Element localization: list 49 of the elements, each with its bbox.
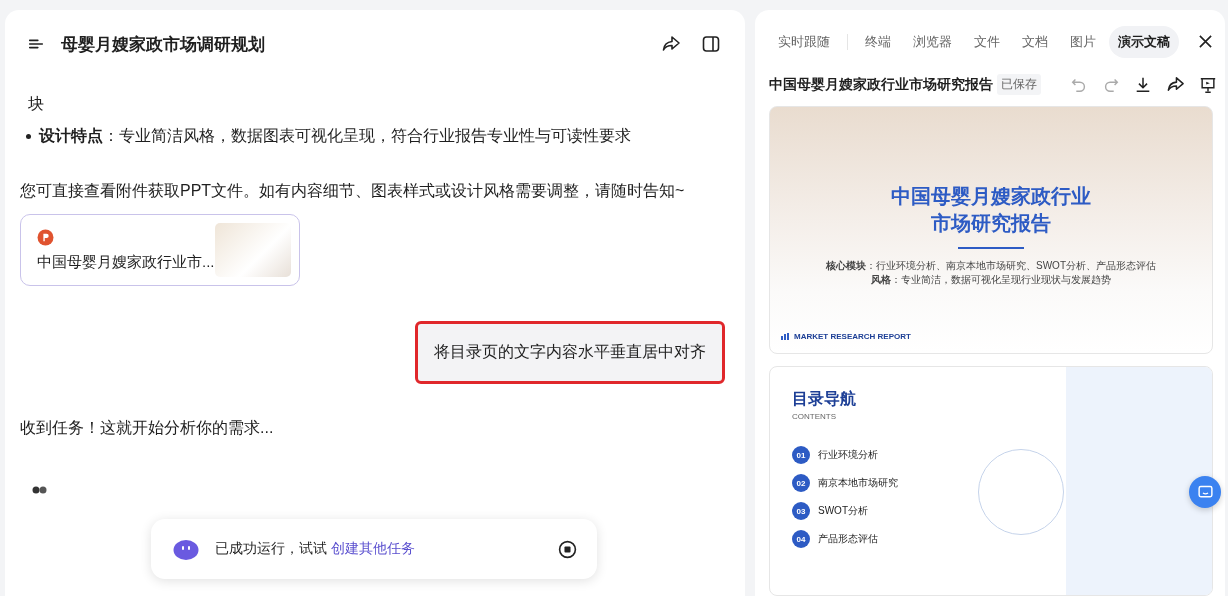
bullet-text: 设计特点：专业简洁风格，数据图表可视化呈现，符合行业报告专业性与可读性要求: [39, 126, 631, 146]
number-badge: 03: [792, 502, 810, 520]
slide-subtitle: 核心模块：行业环境分析、南京本地市场研究、SWOT分析、产品形态评估: [826, 259, 1156, 273]
contents-item: SWOT分析: [818, 504, 868, 518]
loading-icon: [32, 486, 48, 494]
saved-badge: 已保存: [997, 74, 1041, 95]
status-text: 已成功运行，试试: [215, 540, 327, 558]
panel-tab[interactable]: 图片: [1061, 25, 1105, 58]
number-badge: 04: [792, 530, 810, 548]
bullet-dot: [26, 133, 31, 139]
slide-title: 中国母婴月嫂家政行业: [891, 184, 1091, 209]
bar-chart-icon: [781, 333, 789, 340]
cover-slide[interactable]: 中国母婴月嫂家政行业 市场研究报告 核心模块：行业环境分析、南京本地市场研究、SWOT分析、产品形态评估 风格：专业简洁，数据可视化呈现行业现状与发展趋势 MARKET RESEARCH REPORT: [769, 106, 1213, 354]
chat-title: 母婴月嫂家政市场调研规划: [61, 33, 265, 56]
contents-item: 产品形态评估: [818, 532, 878, 546]
slide-title: 市场研究报告: [931, 211, 1051, 236]
close-icon[interactable]: [1198, 34, 1213, 49]
user-message: 将目录页的文字内容水平垂直居中对齐: [415, 321, 725, 384]
panel-tab[interactable]: 文档: [1013, 25, 1057, 58]
slide-subtitle: 风格：专业简洁，数据可视化呈现行业现状与发展趋势: [871, 273, 1111, 287]
feedback-button[interactable]: [1189, 476, 1221, 508]
contents-slide[interactable]: 目录导航 CONTENTS 01 行业环境分析 02 南京本地市场研究 03 SWOT分析 04 产品形态评估: [769, 366, 1213, 596]
number-badge: 02: [792, 474, 810, 492]
panel-tab[interactable]: 终端: [856, 25, 900, 58]
share-icon[interactable]: [661, 34, 681, 54]
presentation-file-icon: [37, 228, 54, 246]
panel-tab[interactable]: 浏览器: [904, 25, 961, 58]
attachment-name: 中国母婴月嫂家政行业市...: [37, 252, 215, 272]
share-icon[interactable]: [1166, 75, 1185, 94]
slide-subtitle: CONTENTS: [792, 412, 837, 421]
attachment-card[interactable]: 中国母婴月嫂家政行业市...: [20, 214, 300, 286]
assistant-message: 收到任务！这就开始分析你的需求...: [20, 418, 275, 438]
slide-title: 目录导航: [792, 389, 857, 409]
document-title: 中国母婴月嫂家政行业市场研究报告: [769, 75, 993, 94]
slide-footer: MARKET RESEARCH REPORT: [794, 332, 911, 341]
contents-item: 南京本地市场研究: [818, 476, 898, 490]
presentation-icon[interactable]: [1199, 75, 1217, 94]
panel-tab[interactable]: 文件: [965, 25, 1009, 58]
panel-tab[interactable]: 演示文稿: [1109, 25, 1179, 58]
assistant-message: 您可直接查看附件获取PPT文件。如有内容细节、图表样式或设计风格需要调整，请随时告知~: [20, 181, 686, 201]
bullet-text: 块: [28, 94, 44, 114]
sidebar-toggle-icon[interactable]: [701, 34, 721, 54]
panel-tab[interactable]: 实时跟随: [769, 25, 839, 58]
download-icon[interactable]: [1134, 75, 1152, 94]
create-task-link[interactable]: 创建其他任务: [331, 540, 415, 558]
contents-item: 行业环境分析: [818, 448, 878, 462]
number-badge: 01: [792, 446, 810, 464]
mascot-icon: [173, 538, 199, 560]
stop-icon[interactable]: [558, 539, 577, 559]
